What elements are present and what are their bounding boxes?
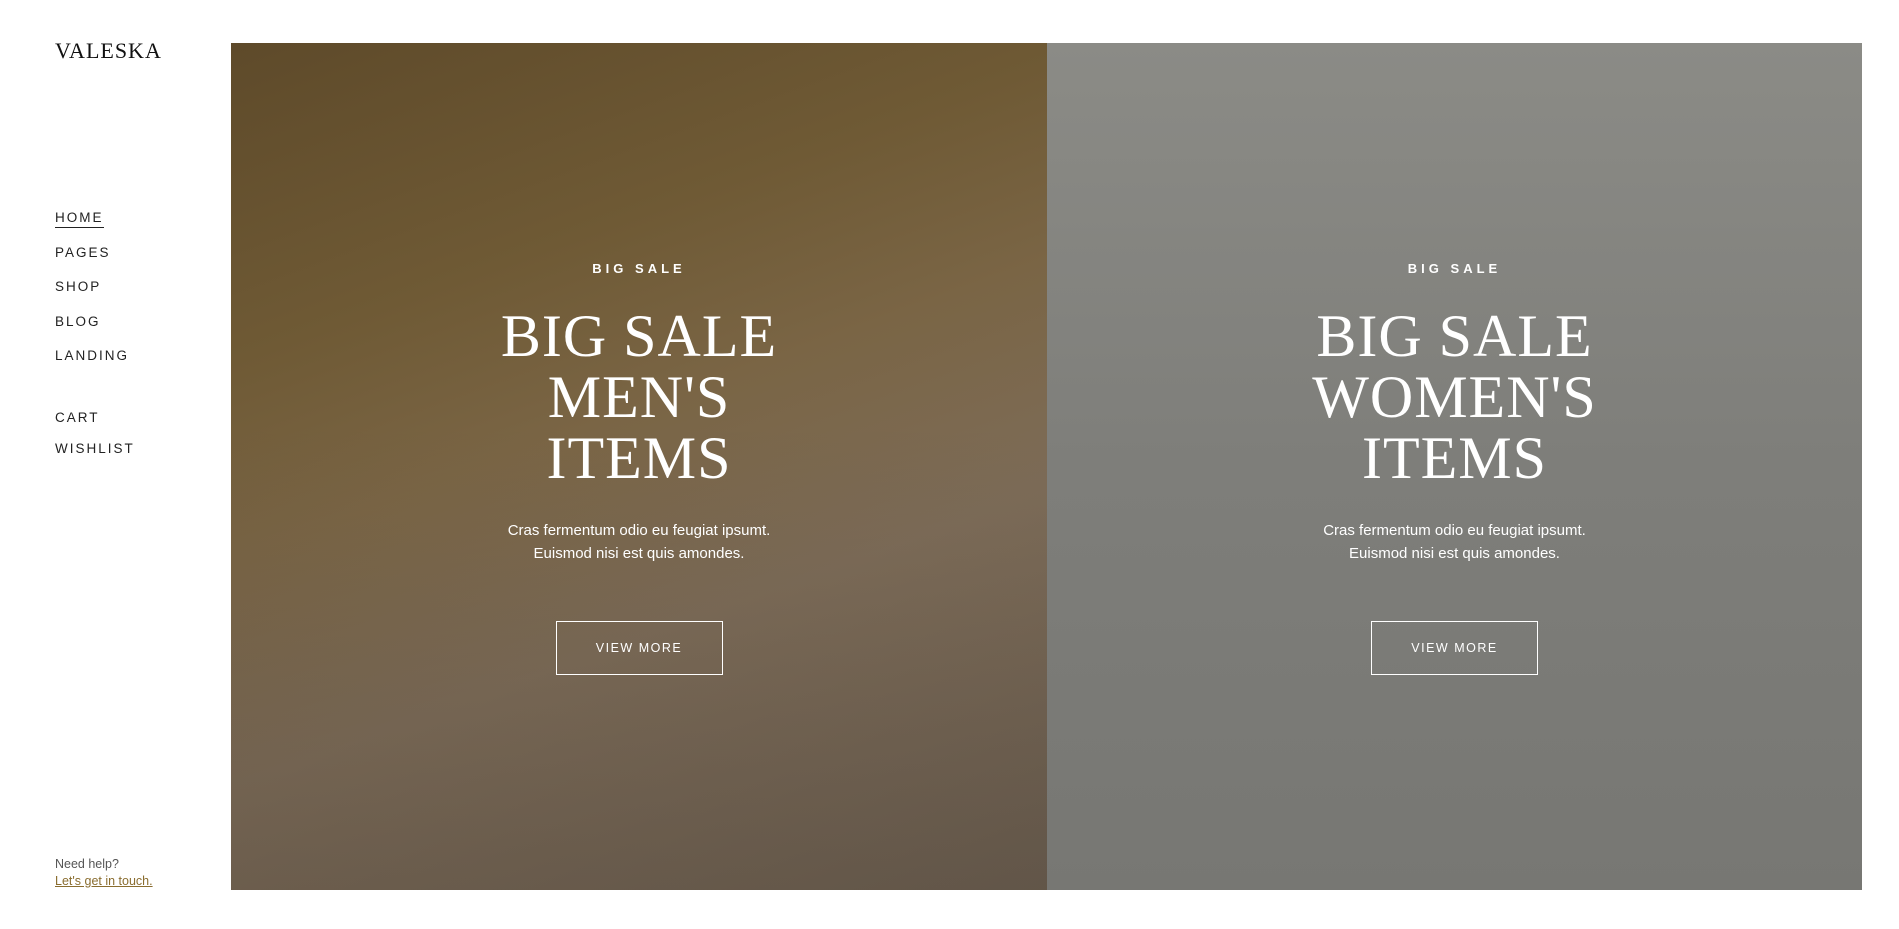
nav-item-home[interactable]: HOME [55, 201, 129, 236]
brand-logo[interactable]: VALESKA [55, 38, 162, 64]
banner-description: Cras fermentum odio eu feugiat ipsumt. E… [1047, 519, 1862, 565]
banner-womens: BIG SALE BIG SALE WOMEN'S ITEMS Cras fer… [1047, 43, 1862, 890]
banner-mens: BIG SALE BIG SALE MEN'S ITEMS Cras ferme… [231, 43, 1047, 890]
banner-description-line: Cras fermentum odio eu feugiat ipsumt. [1323, 522, 1586, 539]
nav-item-landing[interactable]: LANDING [55, 339, 129, 374]
banner-title-line: ITEMS [1362, 425, 1547, 491]
banner-content: BIG SALE BIG SALE WOMEN'S ITEMS Cras fer… [1047, 43, 1862, 675]
main-nav: HOME PAGES SHOP BLOG LANDING [55, 201, 129, 374]
banner-description-line: Euismod nisi est quis amondes. [1349, 545, 1560, 562]
banner-description-line: Euismod nisi est quis amondes. [533, 545, 745, 562]
view-more-button[interactable]: VIEW MORE [555, 621, 723, 675]
banner-title-line: MEN'S [547, 364, 731, 430]
banner-content: BIG SALE BIG SALE MEN'S ITEMS Cras ferme… [231, 43, 1047, 675]
banner-title: BIG SALE WOMEN'S ITEMS [1047, 306, 1862, 489]
contact-link[interactable]: Let's get in touch. [55, 873, 153, 890]
banner-title-line: BIG SALE [500, 303, 778, 369]
view-more-button[interactable]: VIEW MORE [1371, 621, 1538, 675]
nav-item-blog[interactable]: BLOG [55, 305, 129, 340]
sidebar: VALESKA HOME PAGES SHOP BLOG LANDING CAR… [0, 0, 230, 929]
banner-description-line: Cras fermentum odio eu feugiat ipsumt. [507, 522, 771, 539]
nav-item-cart[interactable]: CART [55, 402, 135, 433]
help-question: Need help? [55, 857, 119, 871]
banner-title-line: ITEMS [546, 425, 732, 491]
nav-item-wishlist[interactable]: WISHLIST [55, 433, 135, 464]
nav-item-shop[interactable]: SHOP [55, 270, 129, 305]
banner-title-line: WOMEN'S [1312, 364, 1597, 430]
banner-title-line: BIG SALE [1316, 303, 1593, 369]
help-section: Need help? Let's get in touch. [55, 856, 153, 890]
banner-description: Cras fermentum odio eu feugiat ipsumt. E… [231, 519, 1047, 565]
banner-kicker: BIG SALE [592, 261, 686, 276]
banner-kicker: BIG SALE [1407, 261, 1502, 276]
secondary-nav: CART WISHLIST [55, 402, 135, 464]
banner-title: BIG SALE MEN'S ITEMS [231, 306, 1047, 489]
nav-item-pages[interactable]: PAGES [55, 236, 129, 271]
